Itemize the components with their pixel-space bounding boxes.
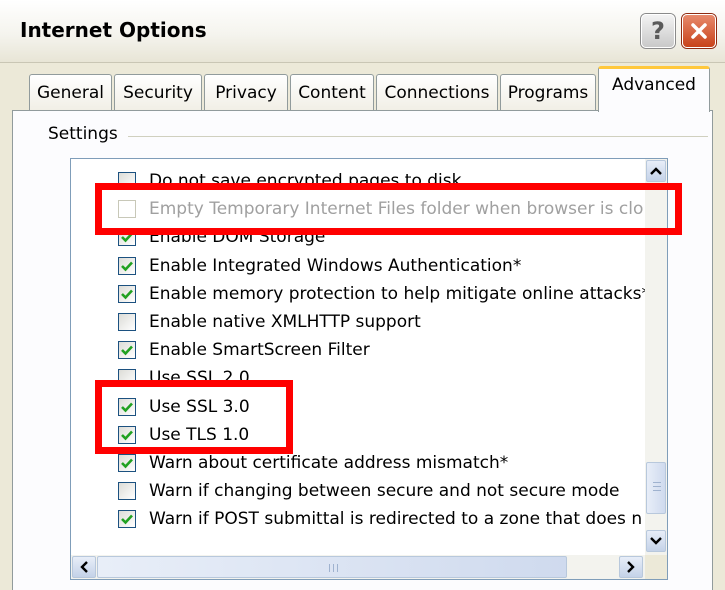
setting-checkbox[interactable]: [118, 425, 136, 444]
setting-row[interactable]: Enable DOM Storage: [71, 225, 645, 251]
tab-strip: General Security Privacy Content Connect…: [0, 62, 725, 112]
chevron-down-icon: [650, 537, 662, 545]
settings-list[interactable]: Do not save encrypted pages to disk Empty…: [70, 158, 668, 580]
chevron-left-icon: [80, 561, 88, 573]
thumb-grip: [329, 564, 330, 572]
setting-label: Empty Temporary Internet Files folder wh…: [149, 199, 644, 220]
scroll-down-button[interactable]: [646, 530, 666, 552]
setting-row[interactable]: Enable memory protection to help mitigat…: [71, 282, 645, 308]
setting-label: Use TLS 1.0: [149, 424, 250, 445]
setting-row[interactable]: Use SSL 3.0: [71, 395, 645, 421]
close-button[interactable]: [682, 14, 716, 48]
tab-content[interactable]: Content: [290, 74, 374, 110]
settings-group-label: Settings: [48, 124, 118, 144]
thumb-grip: [653, 482, 661, 484]
check-icon: [121, 233, 133, 243]
setting-checkbox[interactable]: [118, 397, 136, 416]
thumb-grip: [333, 564, 334, 572]
setting-checkbox[interactable]: [118, 510, 136, 529]
check-icon: [121, 345, 133, 356]
thumb-grip: [653, 486, 661, 488]
setting-checkbox[interactable]: [118, 256, 136, 275]
vertical-scroll-thumb[interactable]: [646, 462, 666, 515]
setting-label: Use SSL 3.0: [149, 396, 250, 417]
tab-privacy[interactable]: Privacy: [204, 74, 288, 110]
scrollbar-corner: [645, 555, 667, 579]
chevron-right-icon: [627, 561, 635, 573]
thumb-grip: [653, 490, 661, 492]
tab-security[interactable]: Security: [114, 74, 202, 110]
setting-checkbox[interactable]: [118, 313, 136, 331]
setting-label: Use SSL 2.0: [149, 368, 250, 389]
setting-checkbox[interactable]: [118, 172, 136, 190]
horizontal-scroll-thumb[interactable]: [97, 556, 567, 578]
close-icon: [691, 23, 707, 39]
setting-checkbox[interactable]: [118, 341, 136, 360]
tab-programs[interactable]: Programs: [500, 74, 596, 110]
check-icon: [121, 402, 133, 412]
setting-row[interactable]: Use TLS 1.0: [71, 423, 645, 449]
setting-label: Warn about certificate address mismatch*: [149, 453, 509, 473]
setting-label: Enable native XMLHTTP support: [149, 312, 421, 332]
setting-row[interactable]: Use SSL 2.0: [71, 366, 645, 392]
setting-row[interactable]: Warn if POST submittal is redirected to …: [71, 507, 645, 533]
settings-group-rule: [128, 136, 708, 137]
chevron-up-icon: [650, 167, 662, 175]
vertical-scrollbar[interactable]: [645, 159, 667, 555]
horizontal-scrollbar[interactable]: [71, 555, 645, 579]
title-bar: Internet Options ?: [0, 0, 725, 63]
check-icon: [121, 458, 133, 469]
tab-connections[interactable]: Connections: [376, 74, 498, 110]
setting-checkbox[interactable]: [118, 228, 136, 247]
window-title: Internet Options: [20, 18, 207, 42]
setting-row[interactable]: Do not save encrypted pages to disk: [71, 169, 645, 195]
setting-row[interactable]: Warn if changing between secure and not …: [71, 479, 645, 505]
setting-row[interactable]: Warn about certificate address mismatch*: [71, 451, 645, 477]
setting-checkbox[interactable]: [118, 454, 136, 472]
check-icon: [121, 261, 133, 271]
setting-label: Warn if POST submittal is redirected to …: [149, 509, 643, 530]
check-icon: [121, 430, 133, 441]
setting-row[interactable]: Enable Integrated Windows Authentication…: [71, 254, 645, 280]
setting-label: Warn if changing between secure and not …: [149, 481, 620, 502]
setting-label: Do not save encrypted pages to disk: [149, 171, 462, 191]
thumb-grip: [337, 564, 338, 572]
check-icon: [121, 515, 133, 525]
help-icon: ?: [651, 17, 665, 45]
scroll-right-button[interactable]: [619, 556, 643, 578]
scroll-up-button[interactable]: [646, 160, 666, 182]
setting-row[interactable]: Enable native XMLHTTP support: [71, 310, 645, 336]
tab-advanced[interactable]: Advanced: [598, 66, 710, 112]
setting-label: Enable Integrated Windows Authentication…: [149, 255, 522, 276]
check-icon: [121, 289, 133, 300]
settings-rows: Do not save encrypted pages to disk Empty…: [71, 159, 645, 555]
setting-label: Enable memory protection to help mitigat…: [149, 283, 645, 304]
help-button[interactable]: ?: [641, 14, 675, 48]
setting-label: Enable SmartScreen Filter: [149, 340, 370, 361]
setting-label: Enable DOM Storage: [149, 227, 326, 248]
setting-row[interactable]: Enable SmartScreen Filter: [71, 338, 645, 364]
setting-checkbox[interactable]: [118, 284, 136, 303]
setting-row[interactable]: Empty Temporary Internet Files folder wh…: [71, 197, 645, 223]
setting-checkbox[interactable]: [118, 482, 136, 501]
scroll-left-button[interactable]: [72, 556, 96, 578]
setting-checkbox: [118, 200, 136, 219]
tab-general[interactable]: General: [29, 74, 112, 110]
setting-checkbox[interactable]: [118, 369, 136, 388]
